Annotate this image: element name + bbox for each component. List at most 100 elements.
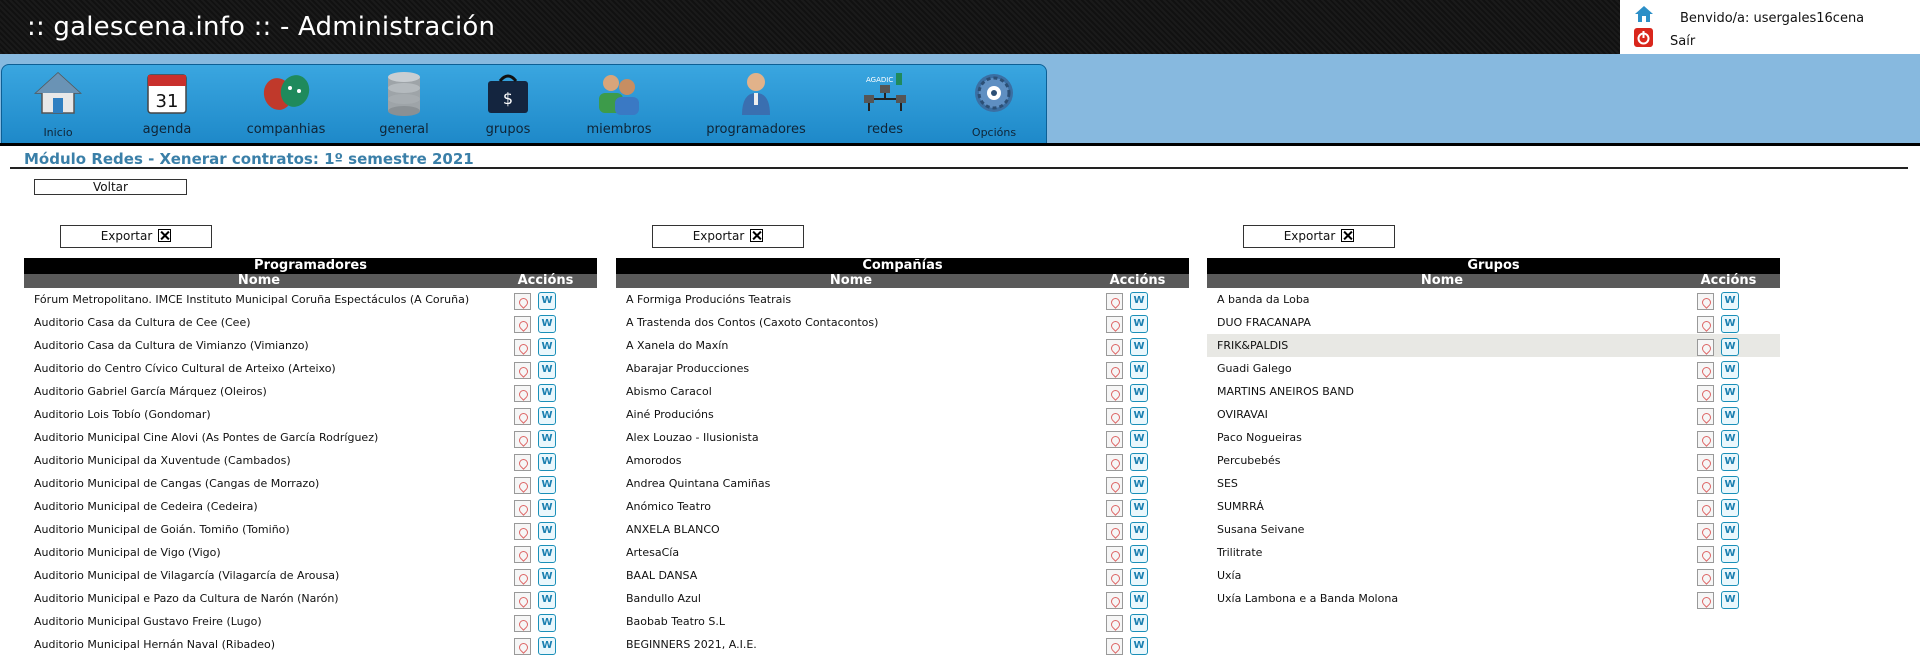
word-icon[interactable]: W [538,407,556,425]
nav-item-programadores[interactable]: programadores [696,65,816,145]
pdf-icon[interactable] [514,592,531,609]
nav-item-general[interactable]: general [364,65,444,145]
pdf-icon[interactable] [1106,615,1123,632]
pdf-icon[interactable] [1697,523,1714,540]
word-icon[interactable]: W [538,637,556,655]
pdf-icon[interactable] [514,408,531,425]
word-icon[interactable]: W [1130,637,1148,655]
word-icon[interactable]: W [1130,292,1148,310]
pdf-icon[interactable] [514,477,531,494]
word-icon[interactable]: W [538,338,556,356]
pdf-icon[interactable] [1697,293,1714,310]
word-icon[interactable]: W [1130,453,1148,471]
pdf-icon[interactable] [514,500,531,517]
word-icon[interactable]: W [1130,499,1148,517]
word-icon[interactable]: W [1721,384,1739,402]
export-grupos-button[interactable]: Exportar [1243,225,1395,248]
pdf-icon[interactable] [1697,569,1714,586]
word-icon[interactable]: W [1721,292,1739,310]
word-icon[interactable]: W [1130,591,1148,609]
word-icon[interactable]: W [538,361,556,379]
pdf-icon[interactable] [1106,546,1123,563]
pdf-icon[interactable] [1106,431,1123,448]
pdf-icon[interactable] [514,385,531,402]
word-icon[interactable]: W [538,453,556,471]
pdf-icon[interactable] [1106,385,1123,402]
word-icon[interactable]: W [538,614,556,632]
pdf-icon[interactable] [1106,293,1123,310]
word-icon[interactable]: W [1721,430,1739,448]
pdf-icon[interactable] [1697,339,1714,356]
word-icon[interactable]: W [1130,522,1148,540]
logout-link[interactable]: Saír [1670,34,1695,49]
pdf-icon[interactable] [1697,408,1714,425]
word-icon[interactable]: W [1130,407,1148,425]
pdf-icon[interactable] [1106,362,1123,379]
pdf-icon[interactable] [1697,477,1714,494]
pdf-icon[interactable] [1697,592,1714,609]
pdf-icon[interactable] [514,523,531,540]
pdf-icon[interactable] [1106,523,1123,540]
word-icon[interactable]: W [1721,453,1739,471]
pdf-icon[interactable] [514,431,531,448]
pdf-icon[interactable] [1106,638,1123,655]
pdf-icon[interactable] [1106,316,1123,333]
word-icon[interactable]: W [1130,338,1148,356]
word-icon[interactable]: W [1130,476,1148,494]
nav-item-inicio[interactable]: Inicio [20,65,96,145]
word-icon[interactable]: W [1130,361,1148,379]
word-icon[interactable]: W [1721,545,1739,563]
nav-item-redes[interactable]: AGADIC redes [840,65,930,145]
pdf-icon[interactable] [514,546,531,563]
word-icon[interactable]: W [1130,384,1148,402]
word-icon[interactable]: W [1721,568,1739,586]
power-icon[interactable] [1634,28,1653,47]
pdf-icon[interactable] [1106,339,1123,356]
pdf-icon[interactable] [1697,431,1714,448]
pdf-icon[interactable] [1697,385,1714,402]
pdf-icon[interactable] [514,454,531,471]
word-icon[interactable]: W [538,292,556,310]
pdf-icon[interactable] [1106,408,1123,425]
nav-item-miembros[interactable]: miembros [576,65,662,145]
pdf-icon[interactable] [1697,454,1714,471]
word-icon[interactable]: W [1721,407,1739,425]
word-icon[interactable]: W [538,499,556,517]
nav-item-companhias[interactable]: companhias [238,65,334,145]
word-icon[interactable]: W [1130,568,1148,586]
pdf-icon[interactable] [1106,454,1123,471]
nav-item-grupos[interactable]: $ grupos [468,65,548,145]
pdf-icon[interactable] [1697,500,1714,517]
word-icon[interactable]: W [1721,338,1739,356]
pdf-icon[interactable] [1697,362,1714,379]
word-icon[interactable]: W [538,522,556,540]
nav-item-opcions[interactable]: Opcións [954,65,1034,145]
word-icon[interactable]: W [1721,476,1739,494]
word-icon[interactable]: W [538,430,556,448]
pdf-icon[interactable] [514,638,531,655]
pdf-icon[interactable] [1106,500,1123,517]
pdf-icon[interactable] [514,569,531,586]
pdf-icon[interactable] [1106,569,1123,586]
word-icon[interactable]: W [1721,499,1739,517]
word-icon[interactable]: W [538,591,556,609]
word-icon[interactable]: W [538,315,556,333]
pdf-icon[interactable] [1106,592,1123,609]
word-icon[interactable]: W [1130,545,1148,563]
word-icon[interactable]: W [1721,522,1739,540]
word-icon[interactable]: W [1721,315,1739,333]
word-icon[interactable]: W [538,568,556,586]
word-icon[interactable]: W [538,545,556,563]
nav-item-agenda[interactable]: 31 agenda [124,65,210,145]
export-companias-button[interactable]: Exportar [652,225,804,248]
pdf-icon[interactable] [514,339,531,356]
pdf-icon[interactable] [1697,316,1714,333]
pdf-icon[interactable] [514,316,531,333]
word-icon[interactable]: W [1130,315,1148,333]
word-icon[interactable]: W [1721,591,1739,609]
word-icon[interactable]: W [538,384,556,402]
word-icon[interactable]: W [1130,430,1148,448]
word-icon[interactable]: W [1721,361,1739,379]
pdf-icon[interactable] [1106,477,1123,494]
pdf-icon[interactable] [514,615,531,632]
